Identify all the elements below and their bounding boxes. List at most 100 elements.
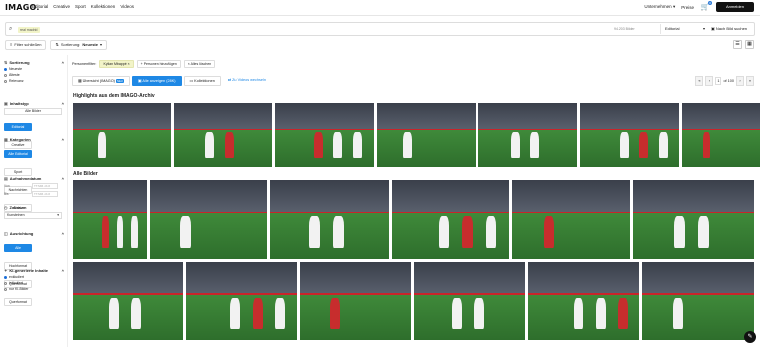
photo-thumbnail[interactable]: [186, 262, 297, 340]
company-menu[interactable]: Unternehmen ▾: [644, 4, 675, 10]
close-icon[interactable]: ×: [128, 62, 130, 66]
hide-filters-button[interactable]: ≡ Filter schließen: [5, 40, 47, 50]
radio-label: nur KI-Bilder: [9, 287, 29, 291]
category-sport[interactable]: Sport: [4, 168, 32, 176]
ai-option-only[interactable]: nur KI-Bilder: [4, 287, 64, 291]
clear-all-button[interactable]: × Alles löschen: [183, 60, 216, 68]
person-filter-row: Personenfilter: Kylian Mbappé × + Person…: [72, 59, 216, 69]
image-search-label: Nach Bild suchen: [715, 26, 748, 31]
tab-videos[interactable]: ⇄ Zu Videos wechseln: [223, 76, 271, 86]
chat-button[interactable]: ✎: [744, 331, 756, 343]
date-to-label: Bis: [4, 192, 9, 196]
nav-link-editorial[interactable]: Editorial: [32, 4, 48, 9]
list-view-icon[interactable]: ☰: [733, 40, 742, 49]
ai-content-header[interactable]: ✦ KI-generierte Inhalte ˄: [4, 268, 64, 273]
category-all-editorial[interactable]: Alle Editorial: [4, 150, 32, 158]
photo-thumbnail[interactable]: [150, 180, 267, 259]
period-header[interactable]: ◷ Zeitraum: [4, 205, 64, 210]
chevron-up-icon: ˄: [61, 268, 64, 273]
date-to-input[interactable]: TT.MM.JJJJ: [32, 191, 58, 197]
tab-all-label: Alle anzeigen (28K): [142, 79, 176, 83]
sort-section-header[interactable]: ⇅ Sortierung ˄: [4, 60, 64, 65]
search-query-chip[interactable]: real madrid: [18, 27, 40, 33]
page-input[interactable]: 1: [715, 77, 722, 85]
photo-thumbnail[interactable]: [73, 262, 183, 340]
filter-icon: ≡: [10, 42, 13, 47]
photo-thumbnail[interactable]: [478, 103, 577, 167]
photo-thumbnail[interactable]: [528, 262, 639, 340]
date-header[interactable]: ▤ Aufnahmedatum ˄: [4, 176, 64, 181]
first-page-icon[interactable]: «: [695, 76, 704, 86]
photo-thumbnail[interactable]: [270, 180, 389, 259]
all-images-title: Alle Bilder: [73, 171, 98, 177]
tab-all[interactable]: ▣ Alle anzeigen (28K): [131, 76, 182, 86]
photo-thumbnail[interactable]: [377, 103, 476, 167]
photo-thumbnail[interactable]: [73, 103, 171, 167]
chevron-up-icon: ˄: [61, 176, 64, 181]
radio-selected: [4, 275, 7, 279]
prev-page-icon[interactable]: ‹: [705, 76, 714, 86]
clear-all-label: Alles löschen: [190, 62, 212, 66]
photo-thumbnail[interactable]: [275, 103, 374, 167]
tab-overview[interactable]: ▦ Übersicht (IMAGO) NEU: [72, 76, 130, 86]
nav-link-sport[interactable]: Sport: [75, 4, 86, 9]
image-search-button[interactable]: ▣ Nach Bild suchen: [711, 24, 747, 34]
tab-overview-label: Übersicht (IMAGO): [82, 79, 115, 83]
collection-select[interactable]: Editorial ▾: [660, 24, 708, 34]
last-page-icon[interactable]: »: [746, 76, 754, 86]
cart-button[interactable]: 🛒 0: [700, 1, 712, 12]
image-icon: ▣: [137, 79, 142, 83]
calendar-icon: ▤: [4, 176, 8, 181]
add-person-button[interactable]: + Personen hinzufügen: [136, 60, 181, 68]
photo-thumbnail[interactable]: [174, 103, 272, 167]
nav-link-videos[interactable]: Videos: [120, 4, 134, 9]
sort-icon: ⇅: [4, 60, 8, 65]
photo-thumbnail[interactable]: [392, 180, 509, 259]
sort-section: ⇅ Sortierung ˄ Neueste Älteste Relevanz: [4, 60, 64, 83]
filter-sidebar: ⇅ Sortierung ˄ Neueste Älteste Relevanz ▣ I…: [0, 55, 68, 347]
photo-thumbnail[interactable]: [512, 180, 630, 259]
photo-thumbnail[interactable]: [580, 103, 679, 167]
sort-option-newest[interactable]: Neueste: [4, 67, 64, 71]
photo-thumbnail[interactable]: [633, 180, 754, 259]
date-from-input[interactable]: TT.MM.JJJJ: [32, 183, 58, 189]
person-filter-label: Personenfilter:: [72, 62, 97, 66]
chevron-up-icon: ˄: [61, 231, 64, 236]
image-icon: ▣: [4, 101, 8, 106]
grid-view-icon[interactable]: ▦: [745, 40, 754, 49]
content-type-header[interactable]: ▣ Inhaltstyp ˄: [4, 101, 64, 106]
prices-link[interactable]: Preise: [681, 5, 694, 10]
new-badge: NEU: [116, 79, 124, 83]
pagination: « ‹ 1 of 100 › »: [695, 76, 754, 86]
photo-thumbnail[interactable]: [682, 103, 760, 167]
ai-option-excluded[interactable]: exkludiert: [4, 275, 64, 279]
radio: [4, 281, 7, 285]
camera-icon: ▣: [711, 26, 715, 31]
period-select[interactable]: Kunsteinen ▾: [4, 212, 62, 219]
radio-label: inkludiert: [9, 281, 24, 285]
nav-link-kollektionen[interactable]: Kollektionen: [91, 4, 116, 9]
photo-thumbnail[interactable]: [414, 262, 525, 340]
chevron-up-icon: ˄: [61, 101, 64, 106]
sort-option-oldest[interactable]: Älteste: [4, 73, 64, 77]
sort-dropdown[interactable]: ⇅ Sortierung: Neueste ▾: [50, 40, 107, 50]
search-bar[interactable]: ⌕ real madrid 94.203 Bilder Editorial ▾ …: [5, 22, 755, 36]
login-button[interactable]: Anmelden: [716, 2, 754, 12]
orientation-square[interactable]: Querformat: [4, 298, 32, 306]
photo-thumbnail[interactable]: [642, 262, 754, 340]
ai-option-included[interactable]: inkludiert: [4, 281, 64, 285]
nav-link-creative[interactable]: Creative: [53, 4, 70, 9]
orientation-all[interactable]: Alle: [4, 244, 32, 252]
sparkle-icon: ✦: [4, 268, 8, 273]
photo-thumbnail[interactable]: [73, 180, 147, 259]
close-icon: ×: [187, 62, 190, 66]
tab-collections[interactable]: ▭ Kollektionen: [183, 76, 221, 86]
photo-thumbnail[interactable]: [300, 262, 411, 340]
type-editorial-button[interactable]: Editorial: [4, 123, 32, 131]
next-page-icon[interactable]: ›: [736, 76, 744, 86]
period-value: Kunsteinen: [7, 213, 25, 217]
type-all-button[interactable]: Alle Bilder: [4, 108, 62, 115]
sort-option-relevance[interactable]: Relevanz: [4, 79, 64, 83]
radio: [4, 73, 7, 77]
person-tag-mbappe[interactable]: Kylian Mbappé ×: [99, 60, 134, 68]
